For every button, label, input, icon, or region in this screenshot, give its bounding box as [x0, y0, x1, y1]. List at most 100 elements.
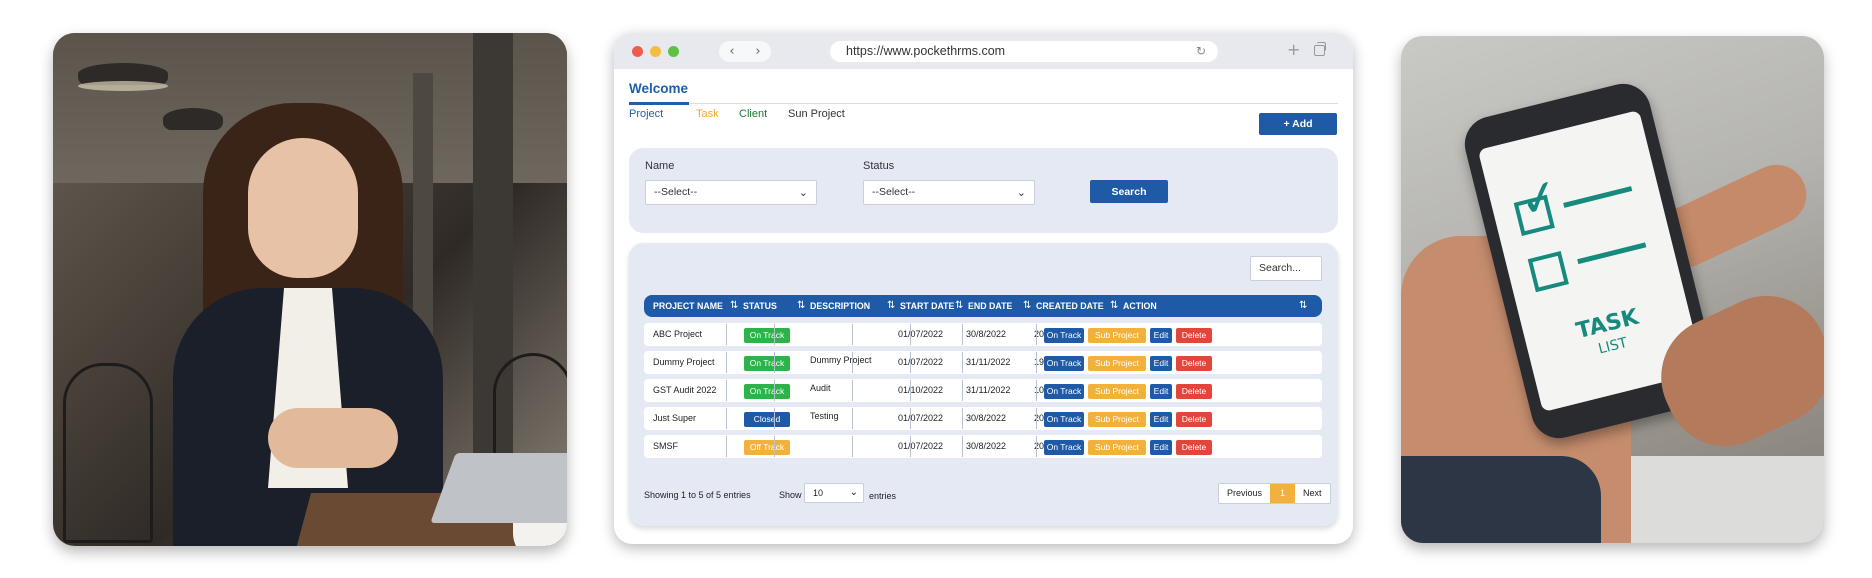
sub-project-button[interactable]: Sub Project — [1088, 328, 1146, 343]
delete-button[interactable]: Delete — [1176, 384, 1212, 399]
sort-icon[interactable]: ⇅ — [1023, 295, 1031, 317]
delete-button[interactable]: Delete — [1176, 440, 1212, 455]
page-title: Welcome — [629, 81, 689, 96]
tabs-overview-icon[interactable] — [1314, 42, 1326, 56]
sort-icon[interactable]: ⇅ — [797, 295, 805, 317]
shirt-sleeve — [1401, 456, 1601, 543]
cell-divider — [852, 380, 853, 401]
browser-window: ‹ › https://www.pockethrms.com ↻ + Welco… — [614, 33, 1353, 544]
nav-buttons: ‹ › — [719, 41, 771, 62]
cell-divider — [774, 380, 775, 401]
url-text: https://www.pockethrms.com — [846, 44, 1006, 58]
page-length-select[interactable]: 10 ⌄ — [804, 483, 864, 503]
back-arrow-icon[interactable]: ‹ — [729, 44, 734, 59]
edit-button[interactable]: Edit — [1150, 328, 1172, 343]
cell-divider — [962, 380, 963, 401]
task-list-text: TASK LIST — [1574, 305, 1646, 365]
start-date-cell: 01/10/2022 — [898, 385, 944, 395]
col-description[interactable]: DESCRIPTION — [810, 295, 870, 317]
sort-icon[interactable]: ⇅ — [1299, 295, 1307, 317]
sort-icon[interactable]: ⇅ — [1110, 295, 1118, 317]
table-row: ABC ProjectOn Track01/07/202230/8/202220… — [644, 323, 1322, 346]
status-select[interactable]: --Select-- ⌄ — [863, 180, 1035, 205]
end-date-cell: 31/11/2022 — [966, 357, 1011, 367]
cell-divider — [726, 436, 727, 457]
end-date-cell: 30/8/2022 — [966, 329, 1007, 339]
cell-divider — [1036, 324, 1037, 345]
cell-divider — [852, 352, 853, 373]
end-date-cell: 31/11/2022 — [966, 385, 1011, 395]
edit-button[interactable]: Edit — [1150, 440, 1172, 455]
cell-divider — [852, 324, 853, 345]
edit-button[interactable]: Edit — [1150, 384, 1172, 399]
address-bar[interactable]: https://www.pockethrms.com ↻ — [830, 41, 1218, 62]
minimize-dot-icon[interactable] — [650, 46, 661, 57]
cell-divider — [774, 352, 775, 373]
col-created-date[interactable]: CREATED DATE — [1036, 295, 1104, 317]
cell-divider — [726, 324, 727, 345]
sub-project-button[interactable]: Sub Project — [1088, 384, 1146, 399]
edit-button[interactable]: Edit — [1150, 412, 1172, 427]
sub-project-button[interactable]: Sub Project — [1088, 356, 1146, 371]
cell-divider — [852, 408, 853, 429]
table-search-input[interactable]: Search... — [1250, 256, 1322, 281]
cell-divider — [726, 408, 727, 429]
add-button[interactable]: + Add — [1259, 113, 1337, 135]
sort-icon[interactable]: ⇅ — [730, 295, 738, 317]
cell-divider — [910, 436, 911, 457]
sub-project-button[interactable]: Sub Project — [1088, 412, 1146, 427]
sort-icon[interactable]: ⇅ — [955, 295, 963, 317]
status-select-value: --Select-- — [872, 186, 916, 198]
sort-icon[interactable]: ⇅ — [887, 295, 895, 317]
col-status[interactable]: STATUS — [743, 295, 777, 317]
cell-divider — [726, 352, 727, 373]
showing-entries-text: Showing 1 to 5 of 5 entries — [644, 490, 751, 500]
cell-divider — [962, 324, 963, 345]
new-tab-icon[interactable]: + — [1287, 40, 1300, 59]
coffee-cup — [513, 523, 567, 546]
start-date-cell: 01/07/2022 — [898, 441, 944, 451]
tab-project[interactable]: Project — [629, 108, 663, 120]
delete-button[interactable]: Delete — [1176, 412, 1212, 427]
col-start-date[interactable]: START DATE — [900, 295, 954, 317]
description-cell: Dummy Project — [810, 355, 872, 365]
tab-task[interactable]: Task — [696, 108, 719, 120]
previous-page-button[interactable]: Previous — [1219, 484, 1270, 503]
pagination: Previous 1 Next — [1218, 483, 1331, 504]
col-end-date[interactable]: END DATE — [968, 295, 1012, 317]
on-track-button[interactable]: On Track — [1044, 412, 1084, 427]
status-filter-label: Status — [863, 160, 895, 172]
delete-button[interactable]: Delete — [1176, 356, 1212, 371]
cell-divider — [852, 436, 853, 457]
delete-button[interactable]: Delete — [1176, 328, 1212, 343]
on-track-button[interactable]: On Track — [1044, 384, 1084, 399]
show-label: Show — [779, 490, 802, 500]
maximize-dot-icon[interactable] — [668, 46, 679, 57]
on-track-button[interactable]: On Track — [1044, 328, 1084, 343]
edit-button[interactable]: Edit — [1150, 356, 1172, 371]
project-name-cell: GST Audit 2022 — [653, 385, 717, 395]
next-page-button[interactable]: Next — [1295, 484, 1330, 503]
table-panel: Search... PROJECT NAME ⇅ STATUS ⇅ DESCRI… — [629, 243, 1338, 526]
name-select[interactable]: --Select-- ⌄ — [645, 180, 817, 205]
search-button[interactable]: Search — [1090, 180, 1168, 203]
reload-icon[interactable]: ↻ — [1196, 41, 1206, 62]
col-project-name[interactable]: PROJECT NAME — [653, 295, 723, 317]
close-dot-icon[interactable] — [632, 46, 643, 57]
status-badge: On Track — [744, 356, 790, 371]
filter-panel: Name --Select-- ⌄ Status --Select-- ⌄ Se… — [629, 148, 1338, 233]
on-track-button[interactable]: On Track — [1044, 440, 1084, 455]
woman-face — [248, 138, 358, 278]
cell-divider — [910, 408, 911, 429]
tab-client[interactable]: Client — [739, 108, 767, 120]
status-badge: On Track — [744, 384, 790, 399]
sub-project-button[interactable]: Sub Project — [1088, 440, 1146, 455]
on-track-button[interactable]: On Track — [1044, 356, 1084, 371]
stage: ‹ › https://www.pockethrms.com ↻ + Welco… — [0, 0, 1872, 578]
tab-sun-project[interactable]: Sun Project — [788, 108, 845, 120]
title-underline — [629, 102, 689, 105]
forward-arrow-icon[interactable]: › — [755, 44, 760, 59]
list-line — [1577, 242, 1647, 265]
current-page-button[interactable]: 1 — [1270, 484, 1296, 503]
cell-divider — [774, 408, 775, 429]
